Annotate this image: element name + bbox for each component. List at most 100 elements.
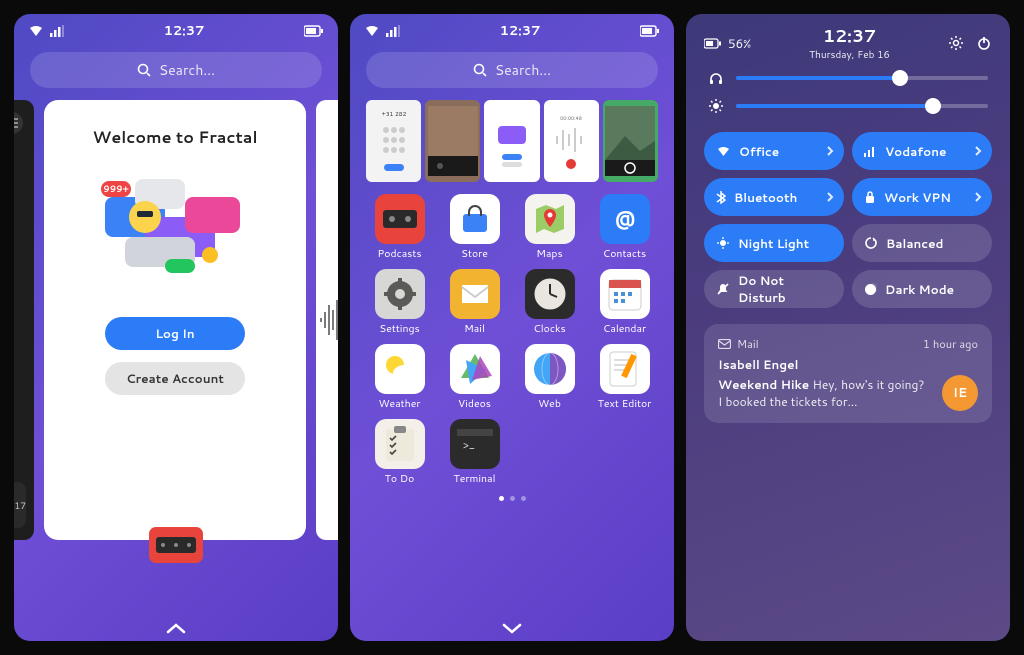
svg-text:+31 282: +31 282 [381,109,406,118]
chevron-right-icon [974,145,982,157]
qs-tile-bluetooth[interactable]: Bluetooth [704,178,844,216]
svg-text:999+: 999+ [103,182,128,195]
volume-slider[interactable] [736,76,988,80]
welcome-title: Welcome to Fractal [93,126,258,149]
page-dot[interactable] [510,496,515,501]
waveform-icon [319,290,338,350]
nightlight-icon [716,236,730,250]
focused-app-indicator[interactable] [149,527,203,563]
running-app-thumb-recorder[interactable]: 00:00:48 [544,100,599,182]
app-to-do[interactable]: To Do [364,419,435,486]
bluetooth-icon [716,190,726,204]
status-time: 12:37 [500,22,541,40]
qs-tile-label: Do Not Disturb [738,272,834,306]
search-pill[interactable]: Search… [30,52,322,88]
overview-card-fractal[interactable]: Welcome to Fractal 999+ Log In Creat [44,100,306,540]
svg-text:00:00:48: 00:00:48 [560,115,582,122]
battery-icon [640,25,660,37]
app-calendar[interactable]: Calendar [589,269,660,336]
wifi-icon [364,25,380,37]
welcome-illustration: 999+ [95,167,255,287]
chevron-down-icon[interactable] [501,621,523,635]
wifi-icon [716,145,731,157]
qs-topbar: 56% 12:37 Thursday, Feb 16 [686,14,1010,64]
cellular-icon [386,25,400,37]
app-label: Store [461,247,488,261]
svg-text:>_: >_ [463,437,475,453]
qs-date: Thursday, Feb 16 [809,48,890,62]
app-label: Text Editor [598,397,652,411]
qs-tile-office[interactable]: Office [704,132,844,170]
cellular-icon [50,25,64,37]
create-account-button[interactable]: Create Account [105,362,245,395]
app-podcasts[interactable]: Podcasts [364,194,435,261]
power-icon[interactable] [976,35,992,51]
qs-tile-do-not-disturb[interactable]: Do Not Disturb [704,270,844,308]
app-web[interactable]: Web [514,344,585,411]
notif-sender: Isabell Engel [718,356,978,373]
app-mail[interactable]: Mail [439,269,510,336]
qs-tile-night-light[interactable]: Night Light [704,224,844,262]
qs-tile-dark-mode[interactable]: Dark Mode [852,270,992,308]
app-label: Weather [378,397,420,411]
cellular-icon [864,146,877,157]
brightness-slider[interactable] [736,104,988,108]
app-maps[interactable]: Maps [514,194,585,261]
qs-tile-label: Work VPN [884,189,966,206]
running-app-thumb-fractal[interactable] [484,100,539,182]
app-label: To Do [385,472,415,486]
dnd-icon [716,282,730,296]
battery-icon [704,38,722,49]
running-app-thumb-photo[interactable] [425,100,480,182]
phone-quicksettings: 56% 12:37 Thursday, Feb 16 Office Vodafon… [686,14,1010,641]
app-videos[interactable]: Videos [439,344,510,411]
chevron-up-icon[interactable] [165,621,187,635]
page-dot[interactable] [521,496,526,501]
page-dots[interactable] [350,496,674,501]
notif-app: Mail [737,336,759,352]
app-label: Settings [379,322,420,336]
quick-tiles: Office VodafoneBluetooth Work VPN Night Lig… [686,120,1010,314]
qs-tile-label: Office [739,143,818,160]
search-pill[interactable]: Search… [366,52,658,88]
qs-tile-label: Dark Mode [885,281,982,298]
battery-percent: 56% [728,35,751,52]
running-app-thumb-camera[interactable] [603,100,658,182]
phone-overview: 12:37 Search… 0:3:17 Welcome to Fractal [14,14,338,641]
running-apps-strip[interactable]: +31 282 00:00:48 [350,100,674,188]
app-contacts[interactable]: @Contacts [589,194,660,261]
notification-card[interactable]: Mail 1 hour ago Isabell Engel Weekend Hi… [704,324,992,423]
wifi-icon [28,25,44,37]
chevron-right-icon [826,191,834,203]
running-app-thumb-dialer[interactable]: +31 282 [366,100,421,182]
notif-age: 1 hour ago [923,336,978,352]
qs-tile-label: Balanced [886,235,982,252]
app-text-editor[interactable]: Text Editor [589,344,660,411]
qs-tile-vodafone[interactable]: Vodafone [852,132,992,170]
app-grid: Podcasts Store Maps@Contacts Settings MailCl… [350,188,674,486]
hamburger-icon [14,112,23,134]
app-store[interactable]: Store [439,194,510,261]
app-weather[interactable]: Weather [364,344,435,411]
settings-icon[interactable] [948,35,964,51]
qs-tile-work-vpn[interactable]: Work VPN [852,178,992,216]
app-settings[interactable]: Settings [364,269,435,336]
app-label: Terminal [454,472,496,486]
notif-avatar: IE [942,375,978,411]
overview-card-next[interactable] [316,100,338,540]
qs-tile-balanced[interactable]: Balanced [852,224,992,262]
app-terminal[interactable]: >_ Terminal [439,419,510,486]
qs-time: 12:37 [809,24,890,48]
chevron-right-icon [974,191,982,203]
page-dot[interactable] [499,496,504,501]
status-bar: 12:37 [14,14,338,44]
phone-appgrid: 12:37 Search… +31 282 00:00:48 Podcasts St… [350,14,674,641]
search-placeholder: Search… [495,60,551,80]
login-button[interactable]: Log In [105,317,245,350]
app-clocks[interactable]: Clocks [514,269,585,336]
overview-card-prev[interactable]: 0:3:17 [14,100,34,540]
overview-carousel[interactable]: 0:3:17 Welcome to Fractal 999+ [14,100,338,540]
power-mode-icon [864,236,878,250]
notif-subject: Weekend Hike [718,376,809,393]
svg-text:@: @ [614,204,635,232]
